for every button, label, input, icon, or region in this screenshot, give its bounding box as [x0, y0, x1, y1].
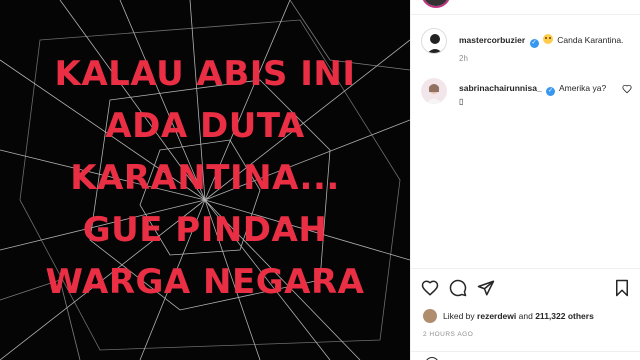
comment-text: Amerika ya?: [558, 83, 607, 93]
post-sidebar: mastercorbuzier ✓ Canda Karantina. 2h sa…: [410, 0, 640, 360]
avatar[interactable]: [421, 78, 447, 104]
avatar[interactable]: [423, 309, 437, 323]
comment-item: mastercorbuzier ✓ Canda Karantina.: [421, 28, 636, 54]
comment-item: sabrinachairunnisa_ ✓ Amerika ya? ▯: [421, 78, 636, 108]
post-caption-image-text: KALAU ABIS INI ADA DUTA KARANTINA... GUE…: [0, 48, 410, 308]
comment-text: Canda Karantina.: [557, 35, 624, 45]
verified-badge-icon: ✓: [546, 87, 556, 96]
laughing-emoji-icon: [542, 34, 553, 44]
post-time[interactable]: 2 HOURS AGO: [423, 331, 473, 338]
action-bar: [421, 279, 631, 297]
caption-line: WARGA NEGARA: [45, 262, 365, 302]
liked-and: and: [518, 311, 533, 321]
like-comment-heart-icon[interactable]: [622, 84, 632, 94]
caption-line: ADA DUTA: [105, 106, 305, 146]
comment-text-extra: ▯: [459, 97, 464, 106]
comment-username[interactable]: mastercorbuzier: [459, 35, 525, 45]
liked-count-link[interactable]: 211,322 others: [535, 311, 594, 321]
post-media[interactable]: KALAU ABIS INI ADA DUTA KARANTINA... GUE…: [0, 0, 410, 360]
comment-timestamp[interactable]: 2h: [459, 54, 468, 63]
caption-line: GUE PINDAH: [82, 210, 328, 250]
heart-icon[interactable]: [421, 279, 439, 297]
bookmark-icon[interactable]: [613, 279, 631, 297]
avatar[interactable]: [421, 28, 447, 54]
divider: [411, 14, 640, 15]
divider: [411, 351, 640, 352]
caption-line: KARANTINA...: [70, 158, 340, 198]
liked-prefix: Liked by: [443, 311, 475, 321]
comment-username[interactable]: sabrinachairunnisa_: [459, 83, 542, 93]
caption-line: KALAU ABIS INI: [54, 54, 356, 94]
share-icon[interactable]: [477, 279, 495, 297]
header-avatar[interactable]: [421, 0, 451, 8]
likes-summary: Liked by rezerdewi and 211,322 others: [423, 309, 594, 323]
verified-badge-icon: ✓: [529, 39, 539, 48]
liked-user-link[interactable]: rezerdewi: [477, 311, 516, 321]
comment-icon[interactable]: [449, 279, 467, 297]
post-footer: Liked by rezerdewi and 211,322 others 2 …: [411, 268, 640, 360]
